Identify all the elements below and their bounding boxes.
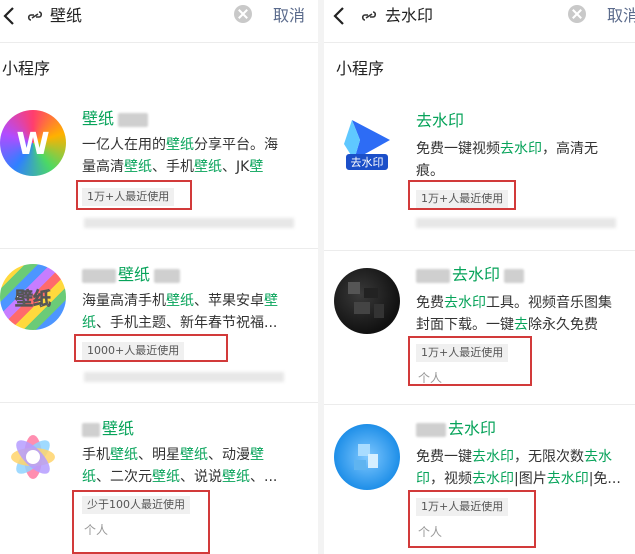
- app-icon: W: [0, 110, 66, 176]
- result-desc-line1: 免费一键视频去水印，高清无: [416, 141, 598, 157]
- section-title: 小程序: [336, 59, 385, 78]
- result-desc-line2: 纸、手机主题、新年春节祝福...: [82, 315, 278, 331]
- divider: [0, 402, 318, 403]
- annotation-box: [408, 490, 536, 548]
- result-title: 壁纸: [82, 418, 134, 440]
- divider: [0, 248, 318, 249]
- result-desc-line1: 海量高清手机壁纸、苹果安卓壁: [82, 293, 278, 309]
- section-title: 小程序: [2, 59, 51, 78]
- divider: [324, 404, 635, 405]
- app-icon: 壁纸: [0, 264, 66, 330]
- result-title: 去水印: [416, 264, 525, 286]
- search-input[interactable]: 壁纸: [50, 4, 82, 28]
- result-desc-line1: 手机壁纸、明星壁纸、动漫壁: [82, 447, 264, 463]
- app-icon: [334, 424, 400, 490]
- app-icon: [0, 424, 66, 490]
- clear-icon[interactable]: [234, 5, 252, 23]
- annotation-box: [76, 180, 192, 210]
- result-desc-line1: 免费一键去水印，无限次数去水: [416, 449, 612, 465]
- clear-icon[interactable]: [568, 5, 586, 23]
- divider: [324, 250, 635, 251]
- app-icon-text: 壁纸: [15, 288, 51, 310]
- search-bar: 去水印 取消: [324, 0, 635, 34]
- divider: [0, 42, 318, 43]
- app-icon: [334, 268, 400, 334]
- back-arrow-icon[interactable]: [332, 5, 348, 27]
- result-title: 去水印: [416, 418, 496, 440]
- left-search-panel: 壁纸 取消 小程序 W 壁纸 一亿人在用的壁纸分享平台。海 量高清壁纸、手机壁纸…: [0, 0, 318, 554]
- result-desc-line2: 印，视频去水印|图片去水印|免...: [416, 471, 621, 487]
- blurred-text: [84, 218, 294, 228]
- app-icon-text: 去水印: [351, 156, 384, 169]
- result-desc-line1: 一亿人在用的壁纸分享平台。海: [82, 137, 278, 153]
- app-icon: 去水印: [334, 110, 400, 176]
- result-desc-line2: 封面下载。一键去除永久免费: [416, 317, 598, 333]
- blurred-text: [84, 372, 284, 382]
- search-input[interactable]: 去水印: [385, 4, 433, 28]
- cancel-button[interactable]: 取消: [273, 4, 305, 28]
- result-desc-line1: 免费去水印工具。视频音乐图集: [416, 295, 612, 311]
- mini-program-icon: [27, 11, 43, 21]
- annotation-box: [408, 180, 516, 210]
- result-title: 壁纸: [82, 264, 181, 286]
- result-desc-line2: 痕。: [416, 163, 444, 179]
- svg-text:W: W: [16, 127, 49, 162]
- annotation-box: [74, 334, 228, 362]
- result-title: 去水印: [416, 111, 465, 130]
- annotation-box: [408, 336, 532, 386]
- result-title: 壁纸: [82, 108, 149, 130]
- screenshot-stage: 壁纸 取消 小程序 W 壁纸 一亿人在用的壁纸分享平台。海 量高清壁纸、手机壁纸…: [0, 0, 635, 554]
- divider: [324, 42, 635, 43]
- mini-program-icon: [361, 11, 377, 21]
- annotation-box: [72, 490, 210, 554]
- blurred-text: [416, 218, 616, 228]
- result-desc-line2: 量高清壁纸、手机壁纸、JK壁: [82, 159, 264, 175]
- cancel-button[interactable]: 取消: [607, 4, 635, 28]
- search-bar: 壁纸 取消: [0, 0, 318, 34]
- back-arrow-icon[interactable]: [2, 5, 18, 27]
- right-search-panel: 去水印 取消 小程序 去水印 去水印 免费一键视频去水印，高清无 痕。 1万+人…: [324, 0, 635, 554]
- result-desc-line2: 纸、二次元壁纸、说说壁纸、...: [82, 469, 278, 485]
